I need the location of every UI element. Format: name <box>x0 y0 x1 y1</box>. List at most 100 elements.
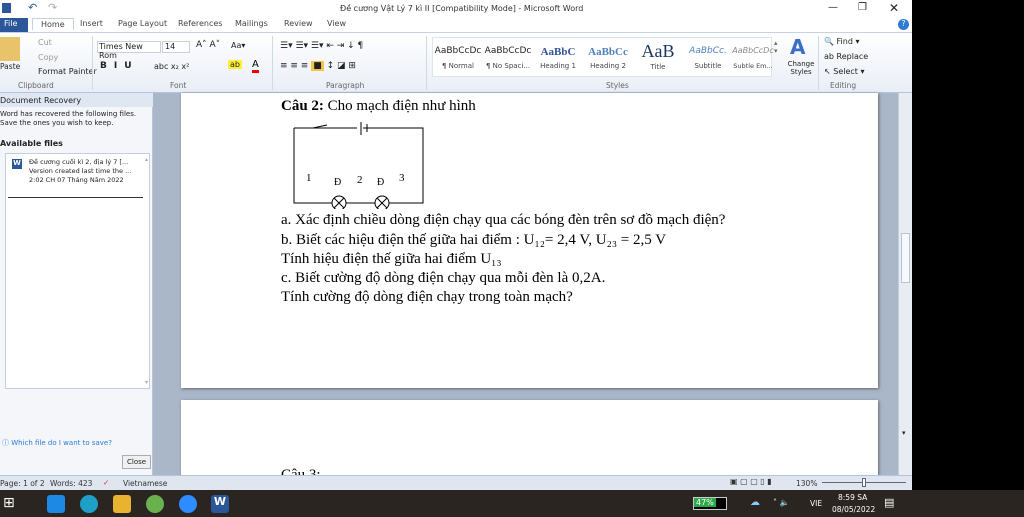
tab-file[interactable]: File <box>0 18 28 32</box>
tab-references[interactable]: References <box>178 19 222 28</box>
paste-button[interactable]: Paste <box>0 62 20 71</box>
title-bar: ↶ ↷ Đề cương Vật Lý 7 kì II [Compatibili… <box>0 0 912 18</box>
close-recovery-button[interactable]: Close <box>122 455 152 469</box>
document-area: Câu 2: Cho mạch điện như hình 1 2 3 Đ Đ … <box>153 93 898 480</box>
replace-button[interactable]: ab Replace <box>824 52 868 61</box>
cut-button[interactable]: Cut <box>38 38 52 47</box>
windows-start-icon[interactable]: ⊞ <box>3 495 15 511</box>
list-scroll-down[interactable]: ▾ <box>145 379 148 386</box>
paragraph-group-label: Paragraph <box>326 81 365 90</box>
recovered-files-list: W Đề cương cuối kì 2, địa lý 7 [... Vers… <box>5 153 150 389</box>
question-heading: Câu 2: Cho mạch điện như hình <box>281 98 476 114</box>
clipboard-group-label: Clipboard <box>18 81 54 90</box>
question-b-ask: Tính hiệu điện thế giữa hai điểm U₁₃ <box>281 251 502 267</box>
bold-italic-underline-icons[interactable]: BIU <box>100 61 139 71</box>
styles-gallery: AaBbCcDc ¶ Normal AaBbCcDc ¶ No Spaci... A… <box>432 37 775 77</box>
find-button[interactable]: 🔍 Find ▾ <box>824 37 859 46</box>
tab-mailings[interactable]: Mailings <box>235 19 268 28</box>
vertical-scrollbar[interactable]: ▾ <box>898 93 912 475</box>
style-subtitle[interactable]: AaBbCc. Subtitle <box>683 46 733 70</box>
redo-icon[interactable]: ↷ <box>48 1 57 14</box>
question-c: c. Biết cường độ dòng điện chạy qua mỗi … <box>281 270 606 286</box>
paste-icon[interactable] <box>0 37 20 61</box>
tab-insert[interactable]: Insert <box>80 19 103 28</box>
tab-review[interactable]: Review <box>284 19 313 28</box>
mail-app-icon[interactable] <box>47 495 65 513</box>
font-name-select[interactable]: Times New Rom <box>97 41 161 60</box>
view-buttons[interactable]: ▣ ▢ ▢ ▯ ▮ <box>730 477 772 486</box>
word-count[interactable]: Words: 423 <box>50 479 92 488</box>
taskbar: ⊞ W 47% ☁ ˄ 🔈 VIE 8:59 SA 08/05/2022 ▤ <box>0 490 1024 517</box>
recovered-file-item[interactable]: W Đề cương cuối kì 2, địa lý 7 [... Vers… <box>8 156 143 198</box>
ribbon: Paste Cut Copy Format Painter Clipboard … <box>0 33 912 93</box>
help-icon[interactable]: ? <box>898 19 909 30</box>
style-heading-1[interactable]: AaBbC Heading 1 <box>533 46 583 70</box>
style-heading-2[interactable]: AaBbCc Heading 2 <box>583 46 633 70</box>
scroll-thumb[interactable] <box>901 233 910 283</box>
input-language[interactable]: VIE <box>810 499 822 508</box>
style-normal[interactable]: AaBbCcDc ¶ Normal <box>433 46 483 70</box>
select-button[interactable]: ↖ Select ▾ <box>824 67 865 76</box>
copy-button[interactable]: Copy <box>38 53 58 62</box>
clock-time[interactable]: 8:59 SA <box>838 493 867 502</box>
tab-home[interactable]: Home <box>32 18 74 30</box>
language[interactable]: Vietnamese <box>123 479 167 488</box>
status-bar: Page: 1 of 2 Words: 423 ✓ Vietnamese ▣ ▢… <box>0 475 912 490</box>
undo-icon[interactable]: ↶ <box>28 1 37 14</box>
editing-group-label: Editing <box>830 81 857 90</box>
styles-group-label: Styles <box>606 81 629 90</box>
page-count[interactable]: Page: 1 of 2 <box>0 479 45 488</box>
edge-icon[interactable] <box>80 495 98 513</box>
app-icon[interactable] <box>146 495 164 513</box>
question-b: b. Biết các hiệu điện thế giữa hai điểm … <box>281 232 667 248</box>
change-case-icon[interactable]: Aa▾ <box>231 41 245 50</box>
format-painter-button[interactable]: Format Painter <box>38 67 97 76</box>
page-2[interactable]: Câu 3: <box>181 400 878 480</box>
circuit-diagram: 1 2 3 Đ Đ <box>293 122 424 209</box>
help-link[interactable]: ⓘ Which file do I want to save? <box>2 438 112 448</box>
tab-page-layout[interactable]: Page Layout <box>118 19 167 28</box>
restore-button[interactable]: ❐ <box>858 2 867 13</box>
notifications-icon[interactable]: ▤ <box>884 496 894 509</box>
style-title[interactable]: AaB Title <box>633 41 683 71</box>
point-2-label: 2 <box>357 174 363 186</box>
zoom-slider-thumb[interactable] <box>862 478 866 487</box>
proofing-icon[interactable]: ✓ <box>103 478 109 487</box>
list-icons[interactable]: ☰▾ ☰▾ ☰▾ ⇤ ⇥ ↓ ¶ <box>280 41 363 51</box>
clock-date[interactable]: 08/05/2022 <box>832 505 875 514</box>
grow-font-icon[interactable]: A˄ A˅ <box>196 40 220 50</box>
style-subtle-emphasis[interactable]: AaBbCcDc Subtle Em... <box>731 46 775 70</box>
lamp-1-label: Đ <box>334 177 341 188</box>
font-color-icon[interactable]: A <box>252 59 259 73</box>
scroll-down-icon[interactable]: ▾ <box>902 429 906 437</box>
onedrive-icon[interactable]: ☁ <box>750 497 760 508</box>
available-files-heading: Available files <box>0 139 63 148</box>
point-3-label: 3 <box>399 172 405 184</box>
styles-scroll-icon[interactable]: ▴ ▾ <box>774 39 778 55</box>
word-file-icon: W <box>12 159 22 169</box>
close-button[interactable]: ✕ <box>889 1 899 15</box>
save-icon[interactable] <box>2 3 11 13</box>
strike-sub-sup-icons[interactable]: abc x₂ x² <box>154 62 189 71</box>
style-no-spacing[interactable]: AaBbCcDc ¶ No Spaci... <box>483 46 533 70</box>
page-1[interactable]: Câu 2: Cho mạch điện như hình 1 2 3 Đ Đ … <box>181 93 878 388</box>
file-name: Đề cương cuối kì 2, địa lý 7 [... <box>29 158 129 166</box>
tray-icons[interactable]: ˄ 🔈 <box>773 498 790 507</box>
highlight-icon[interactable]: ab <box>228 60 242 69</box>
lamp-2-label: Đ <box>377 177 384 188</box>
file-explorer-icon[interactable] <box>113 495 131 513</box>
list-scroll-up[interactable]: ▴ <box>145 156 148 163</box>
battery-indicator[interactable]: 47% <box>693 497 727 510</box>
minimize-button[interactable]: — <box>828 2 838 13</box>
window-title: Đề cương Vật Lý 7 kì II [Compatibility M… <box>340 4 584 13</box>
change-styles-button[interactable]: Change Styles <box>784 60 818 76</box>
tab-view[interactable]: View <box>327 19 346 28</box>
change-styles-icon[interactable]: A <box>790 35 805 59</box>
word-taskbar-icon[interactable]: W <box>211 495 229 513</box>
font-size-select[interactable]: 14 <box>162 41 190 53</box>
zoom-level[interactable]: 130% <box>796 479 817 488</box>
file-time: 2:02 CH 07 Tháng Năm 2022 <box>29 176 124 184</box>
zalo-icon[interactable] <box>179 495 197 513</box>
file-version: Version created last time the ... <box>29 167 132 175</box>
align-icons[interactable]: ≡ ≡ ≡ ■ ↕ ◪ ⊞ <box>280 61 356 71</box>
